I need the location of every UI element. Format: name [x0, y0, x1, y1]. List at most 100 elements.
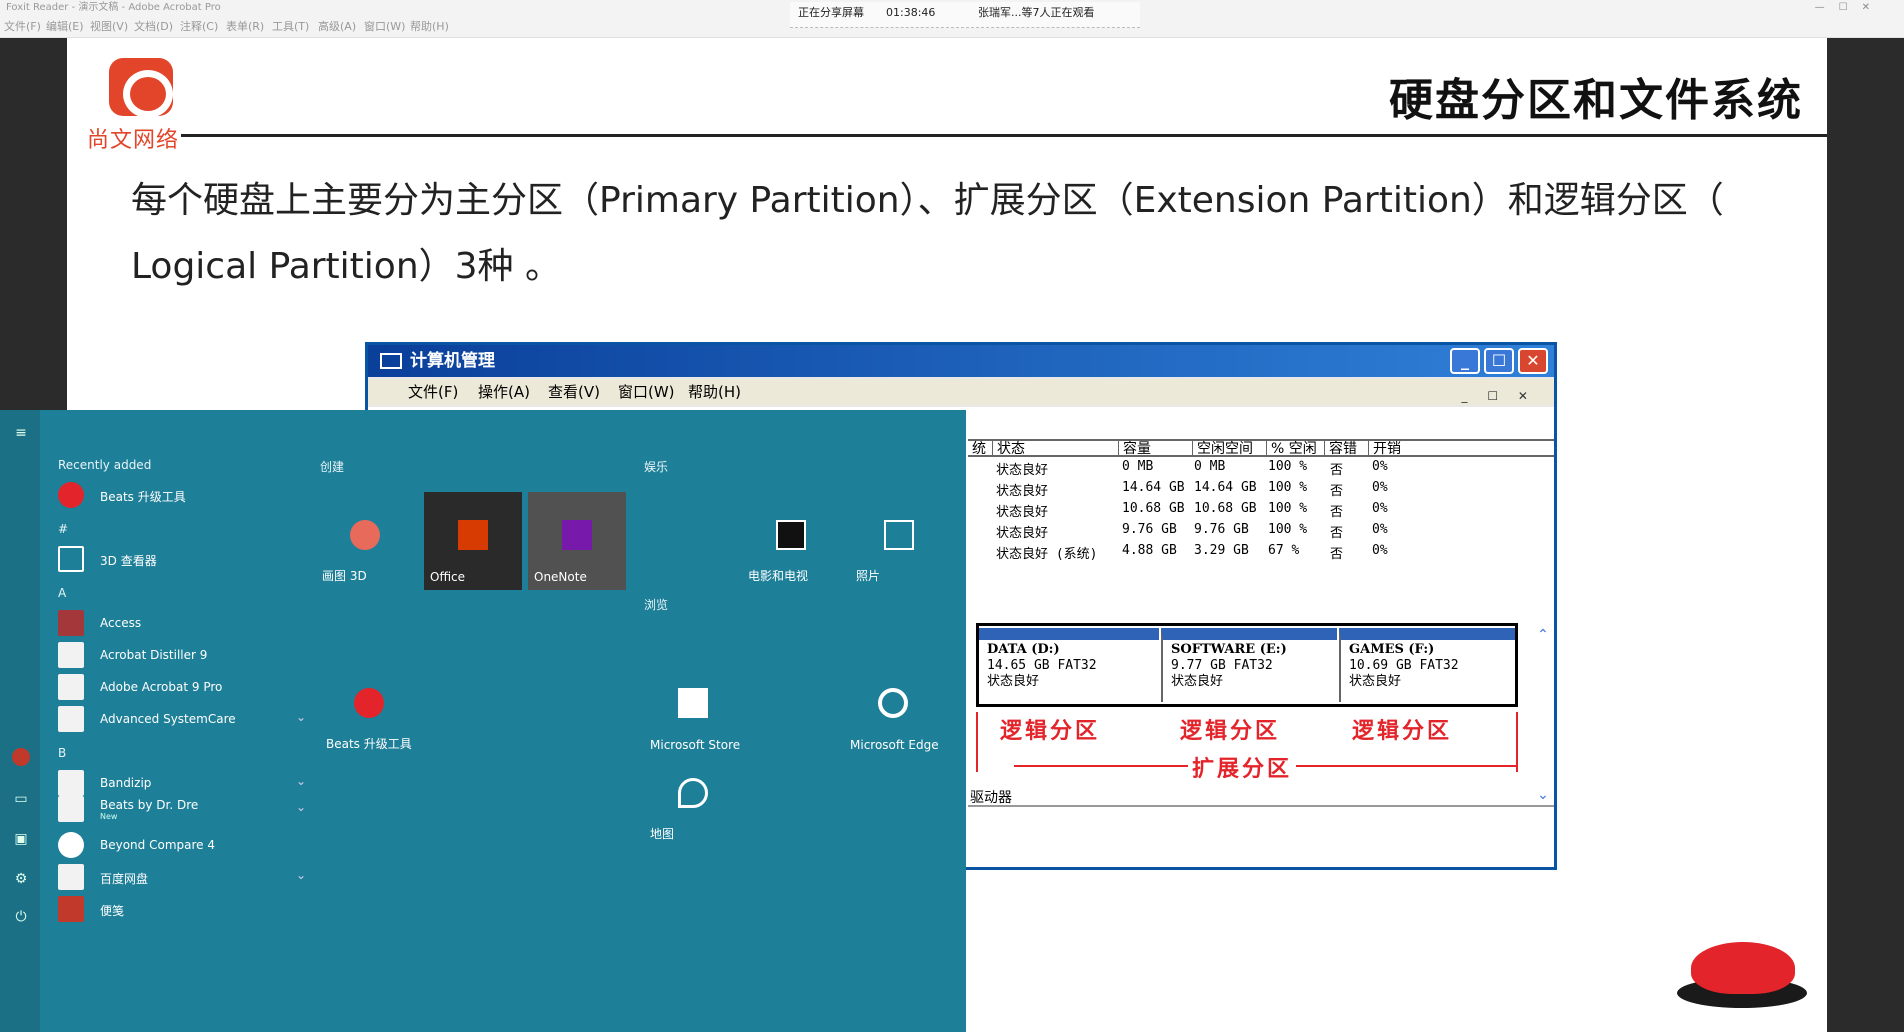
- chevron-down-icon[interactable]: ⌄: [296, 710, 306, 724]
- partition-data[interactable]: DATA (D:) 14.65 GB FAT32 状态良好: [979, 628, 1159, 702]
- list-item-baidu-pan[interactable]: 百度网盘 ⌄: [58, 862, 308, 892]
- document-icon[interactable]: ▭: [12, 790, 30, 808]
- partition-software[interactable]: SOFTWARE (E:) 9.77 GB FAT32 状态良好: [1161, 628, 1337, 702]
- partition-games[interactable]: GAMES (F:) 10.69 GB FAT32 状态良好: [1339, 628, 1515, 702]
- list-item-3d-viewer[interactable]: 3D 查看器: [58, 544, 308, 574]
- list-item-access[interactable]: Access: [58, 608, 308, 638]
- mdi-controls[interactable]: _ ☐ ✕: [1462, 383, 1536, 409]
- cube-icon: [58, 546, 84, 572]
- viewer-count[interactable]: 张瑞军...等7人正在观看: [978, 2, 1095, 24]
- menu-view[interactable]: 视图(V): [90, 16, 128, 38]
- tile-onenote[interactable]: OneNote: [528, 492, 626, 590]
- tile-label: Office: [430, 570, 466, 584]
- b-header[interactable]: B: [58, 746, 66, 760]
- menu-form[interactable]: 表单(R): [226, 16, 264, 38]
- partition-size: 14.65 GB FAT32: [987, 658, 1097, 673]
- menu-comment[interactable]: 注释(C): [180, 16, 218, 38]
- scroll-arrows[interactable]: ⌃ ⌄: [1532, 627, 1554, 817]
- col-overhead[interactable]: 开销: [1368, 441, 1401, 457]
- tile-microsoft-edge[interactable]: Microsoft Edge: [844, 660, 964, 758]
- table-row[interactable]: 状态良好 9.76 GB 9.76 GB 100 % 否 0%: [968, 522, 1554, 543]
- list-item-acrobat-distiller[interactable]: Acrobat Distiller 9: [58, 640, 308, 670]
- list-item-sticky-notes[interactable]: 便笺: [58, 894, 308, 924]
- menu-tools[interactable]: 工具(T): [272, 16, 309, 38]
- table-row[interactable]: 状态良好 14.64 GB 14.64 GB 100 % 否 0%: [968, 480, 1554, 501]
- cm-title: 计算机管理: [410, 351, 495, 371]
- beats-icon: [354, 688, 384, 718]
- settings-icon[interactable]: ⚙: [12, 870, 30, 888]
- cell-free: 14.64 GB: [1194, 480, 1257, 495]
- col-capacity[interactable]: 容量: [1118, 441, 1151, 457]
- menu-advanced[interactable]: 高级(A): [318, 16, 356, 38]
- menu-window[interactable]: 窗口(W): [364, 16, 405, 38]
- edge-icon: [878, 688, 908, 718]
- window-controls[interactable]: —☐✕: [1815, 0, 1884, 16]
- chevron-down-icon[interactable]: ⌄: [296, 800, 306, 814]
- list-item-label: Acrobat Distiller 9: [100, 648, 208, 662]
- table-row[interactable]: 状态良好 0 MB 0 MB 100 % 否 0%: [968, 459, 1554, 480]
- cm-menu-window[interactable]: 窗口(W): [618, 379, 675, 405]
- cell-status: 状态良好: [996, 505, 1049, 520]
- list-item-beyond-compare[interactable]: Beyond Compare 4: [58, 830, 308, 860]
- redhat-logo: [1677, 938, 1807, 1010]
- start-rail: ≡ ▭ ▣ ⚙ ⏻: [0, 410, 40, 1032]
- tile-maps[interactable]: 地图: [644, 750, 742, 848]
- logical-label-1: 逻辑分区: [1000, 719, 1101, 744]
- col-free[interactable]: 空闲空间: [1192, 441, 1253, 457]
- tile-movies-tv[interactable]: 电影和电视: [742, 492, 840, 590]
- cm-menu-action[interactable]: 操作(A): [478, 379, 530, 405]
- tile-area: 创建 娱乐 浏览 画图 3D Office OneNote 电影和电视 照片 B…: [310, 410, 966, 1032]
- company-logo: 尚文网络: [87, 56, 197, 156]
- partition-size: 9.77 GB FAT32: [1171, 658, 1273, 673]
- cm-menu-file[interactable]: 文件(F): [408, 379, 458, 405]
- cell-overhead: 0%: [1372, 522, 1388, 537]
- hamburger-icon[interactable]: ≡: [12, 424, 30, 442]
- list-item-advanced-systemcare[interactable]: Advanced SystemCare ⌄: [58, 704, 308, 734]
- cell-capacity: 4.88 GB: [1122, 543, 1177, 558]
- beats-icon: [58, 482, 84, 508]
- table-row[interactable]: 状态良好 10.68 GB 10.68 GB 100 % 否 0%: [968, 501, 1554, 522]
- a-header[interactable]: A: [58, 586, 66, 600]
- computer-icon: [380, 353, 402, 369]
- chevron-down-icon[interactable]: ⌄: [296, 868, 306, 882]
- slide-body: 每个硬盘上主要分为主分区（Primary Partition）、扩展分区（Ext…: [131, 168, 1771, 300]
- col-pct-free[interactable]: % 空闲: [1266, 441, 1317, 457]
- col-fs[interactable]: 统: [968, 441, 986, 457]
- chevron-down-icon[interactable]: ⌄: [296, 774, 306, 788]
- cell-capacity: 9.76 GB: [1122, 522, 1177, 537]
- maximize-button[interactable]: ☐: [1484, 348, 1514, 374]
- close-button[interactable]: ✕: [1518, 348, 1548, 374]
- hash-header[interactable]: #: [58, 522, 68, 536]
- cell-fault: 否: [1330, 484, 1344, 499]
- distiller-icon: [58, 642, 84, 668]
- logo-text: 尚文网络: [87, 128, 180, 153]
- col-fault[interactable]: 容错: [1324, 441, 1357, 457]
- tile-office[interactable]: Office: [424, 492, 522, 590]
- app-title: Foxit Reader - 演示文稿 - Adobe Acrobat Pro: [6, 2, 221, 13]
- menu-edit[interactable]: 编辑(E): [46, 16, 84, 38]
- table-row[interactable]: 状态良好 (系统) 4.88 GB 3.29 GB 67 % 否 0%: [968, 543, 1554, 564]
- tile-paint-3d[interactable]: 画图 3D: [316, 492, 414, 590]
- partition-name: SOFTWARE (E:): [1171, 642, 1287, 657]
- cm-menu-view[interactable]: 查看(V): [548, 379, 600, 405]
- pictures-icon[interactable]: ▣: [12, 830, 30, 848]
- cm-menu-help[interactable]: 帮助(H): [688, 379, 741, 405]
- title-underline: [181, 134, 1827, 137]
- paint-3d-icon: [350, 520, 380, 550]
- beyond-compare-icon: [58, 832, 84, 858]
- menu-file[interactable]: 文件(F): [4, 16, 41, 38]
- list-item-adobe-acrobat[interactable]: Adobe Acrobat 9 Pro: [58, 672, 308, 702]
- tile-beats-updater[interactable]: Beats 升级工具: [320, 660, 430, 758]
- power-icon[interactable]: ⏻: [12, 908, 30, 926]
- avatar[interactable]: [12, 748, 30, 766]
- cell-pct: 100 %: [1268, 480, 1308, 495]
- menu-document[interactable]: 文档(D): [134, 16, 173, 38]
- cell-overhead: 0%: [1372, 501, 1388, 516]
- col-status[interactable]: 状态: [992, 441, 1025, 457]
- tile-microsoft-store[interactable]: Microsoft Store: [644, 660, 774, 758]
- minimize-button[interactable]: _: [1450, 348, 1480, 374]
- menu-help[interactable]: 帮助(H): [410, 16, 449, 38]
- list-item-beats-dre[interactable]: Beats by Dr. Dre New ⌄: [58, 794, 308, 824]
- list-item-beats-updater[interactable]: Beats 升级工具: [58, 480, 308, 510]
- tile-photos[interactable]: 照片: [850, 492, 948, 590]
